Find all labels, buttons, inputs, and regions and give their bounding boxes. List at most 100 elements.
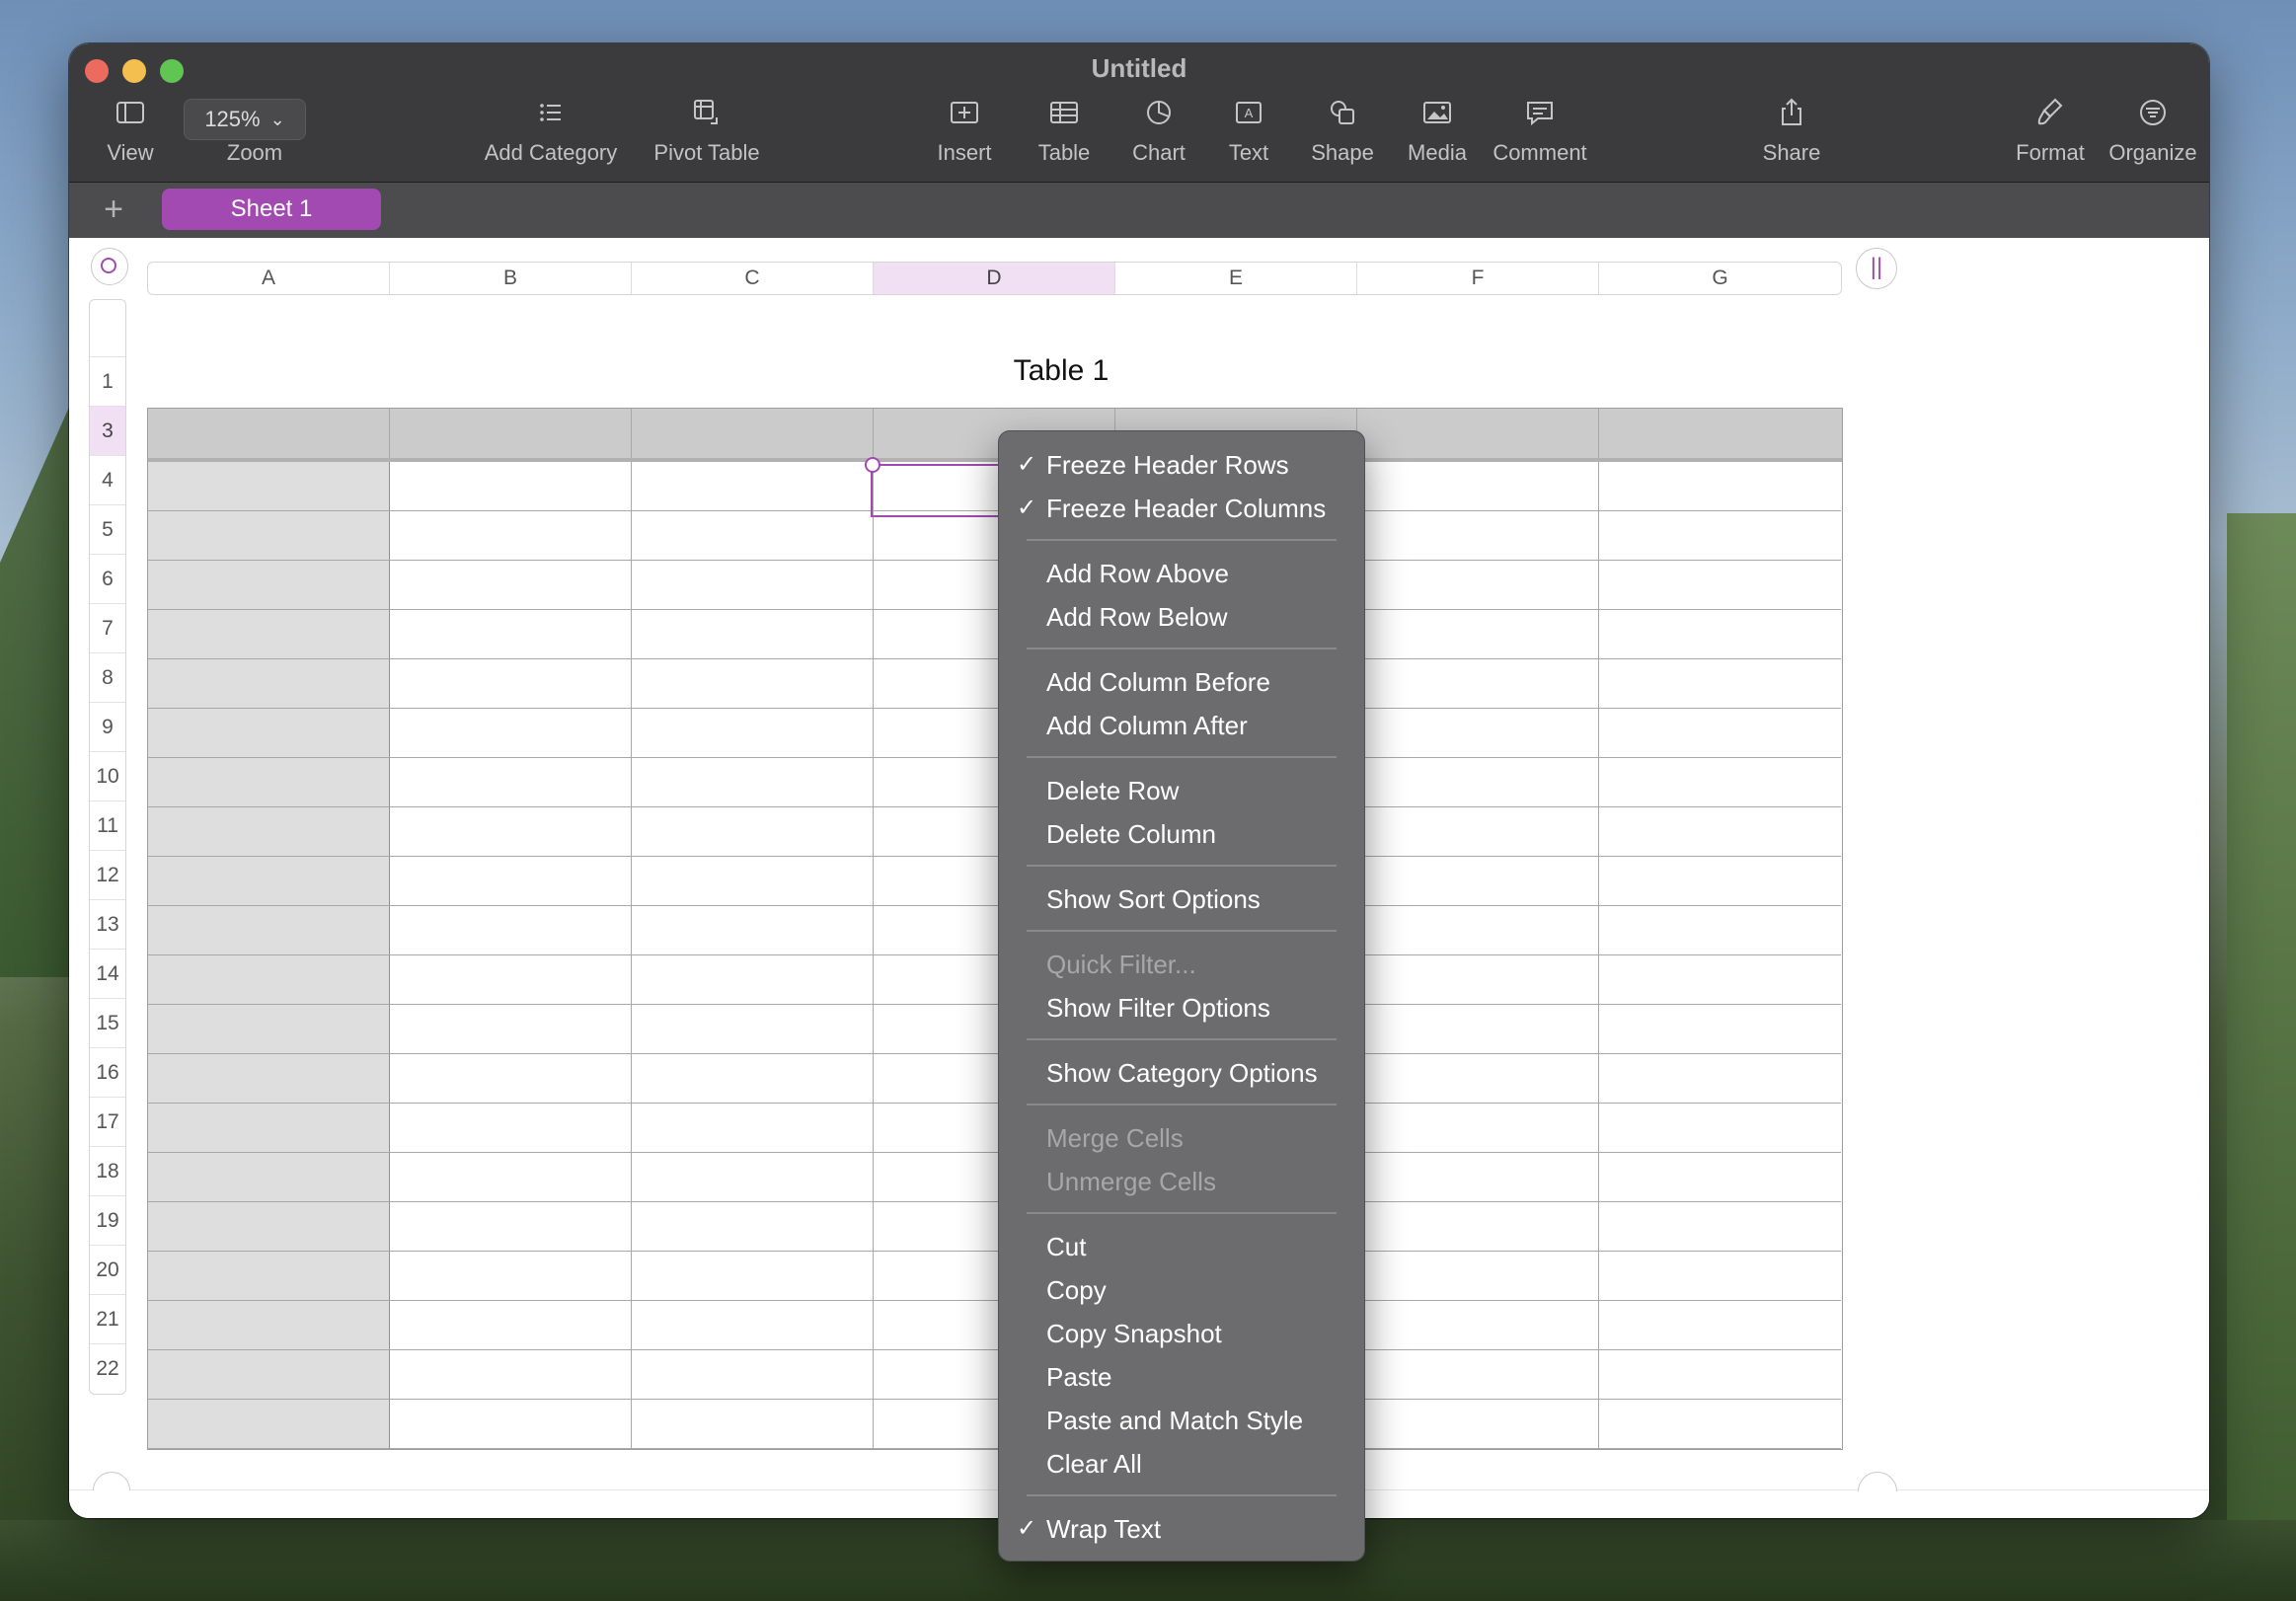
- table-cell[interactable]: [148, 1054, 390, 1104]
- table-cell[interactable]: [1599, 1400, 1841, 1449]
- menu-cut[interactable]: Cut: [1046, 1225, 1086, 1268]
- table-cell[interactable]: [1357, 906, 1599, 955]
- menu-copy-snapshot[interactable]: Copy Snapshot: [1046, 1312, 1222, 1355]
- table-cell[interactable]: [632, 906, 874, 955]
- table-button[interactable]: Table: [1015, 95, 1113, 174]
- table-cell[interactable]: [148, 1104, 390, 1153]
- table-cell[interactable]: [390, 1301, 632, 1350]
- row-header[interactable]: 9: [90, 703, 125, 752]
- table-cell[interactable]: [1599, 561, 1841, 610]
- table-cell[interactable]: [390, 758, 632, 807]
- row-header[interactable]: 8: [90, 653, 125, 703]
- menu-show-category-options[interactable]: Show Category Options: [1046, 1051, 1318, 1095]
- table-cell[interactable]: [148, 1252, 390, 1301]
- table-cell[interactable]: [1599, 1153, 1841, 1202]
- row-header[interactable]: 14: [90, 950, 125, 999]
- menu-add-row-below[interactable]: Add Row Below: [1046, 595, 1228, 639]
- table-cell[interactable]: [148, 857, 390, 906]
- table-cell[interactable]: [390, 659, 632, 709]
- table-cell[interactable]: [632, 709, 874, 758]
- table-cell[interactable]: [1357, 1400, 1599, 1449]
- table-cell[interactable]: [632, 1350, 874, 1400]
- column-header[interactable]: C: [632, 263, 874, 294]
- table-cell[interactable]: [632, 1104, 874, 1153]
- text-button[interactable]: A Text: [1204, 95, 1293, 174]
- table-cell[interactable]: [1357, 857, 1599, 906]
- table-cell[interactable]: [1357, 409, 1599, 458]
- table-cell[interactable]: [390, 409, 632, 458]
- table-cell[interactable]: [390, 906, 632, 955]
- column-header[interactable]: A: [148, 263, 390, 294]
- table-cell[interactable]: [1357, 807, 1599, 857]
- menu-freeze-header-rows[interactable]: ✓ Freeze Header Rows: [1017, 443, 1289, 487]
- table-cell[interactable]: [1357, 709, 1599, 758]
- shape-button[interactable]: Shape: [1293, 95, 1392, 174]
- table-cell[interactable]: [632, 462, 874, 511]
- table-cell[interactable]: [1599, 906, 1841, 955]
- row-header[interactable]: 5: [90, 505, 125, 555]
- column-header[interactable]: G: [1599, 263, 1841, 294]
- table-cell[interactable]: [148, 906, 390, 955]
- row-header[interactable]: 18: [90, 1147, 125, 1196]
- table-cell[interactable]: [1599, 955, 1841, 1005]
- view-button[interactable]: View: [71, 95, 190, 174]
- menu-paste-and-match-style[interactable]: Paste and Match Style: [1046, 1399, 1303, 1442]
- table-cell[interactable]: [1599, 409, 1841, 458]
- table-cell[interactable]: [1357, 1153, 1599, 1202]
- table-cell[interactable]: [148, 409, 390, 458]
- table-cell[interactable]: [148, 807, 390, 857]
- row-header[interactable]: 17: [90, 1098, 125, 1147]
- table-cell[interactable]: [1357, 1005, 1599, 1054]
- table-cell[interactable]: [390, 1202, 632, 1252]
- table-cell[interactable]: [148, 561, 390, 610]
- table-cell[interactable]: [1599, 610, 1841, 659]
- column-header[interactable]: B: [390, 263, 632, 294]
- menu-delete-column[interactable]: Delete Column: [1046, 812, 1216, 856]
- table-cell[interactable]: [1357, 1054, 1599, 1104]
- table-cell[interactable]: [148, 511, 390, 561]
- table-cell[interactable]: [632, 561, 874, 610]
- table-cell[interactable]: [148, 709, 390, 758]
- row-header[interactable]: 15: [90, 999, 125, 1048]
- menu-paste[interactable]: Paste: [1046, 1355, 1112, 1399]
- table-cell[interactable]: [1599, 1350, 1841, 1400]
- selection-handle[interactable]: [865, 457, 880, 473]
- table-cell[interactable]: [1599, 1252, 1841, 1301]
- table-cell[interactable]: [632, 1054, 874, 1104]
- table-cell[interactable]: [1599, 807, 1841, 857]
- table-cell[interactable]: [632, 1202, 874, 1252]
- tab-sheet-1[interactable]: Sheet 1: [162, 189, 381, 230]
- table-cell[interactable]: [632, 857, 874, 906]
- insert-button[interactable]: Insert: [910, 95, 1019, 174]
- table-cell[interactable]: [632, 1153, 874, 1202]
- menu-wrap-text[interactable]: ✓ Wrap Text: [1017, 1507, 1161, 1551]
- table-cell[interactable]: [148, 610, 390, 659]
- table-cell[interactable]: [1599, 1054, 1841, 1104]
- row-header[interactable]: 7: [90, 604, 125, 653]
- menu-freeze-header-columns[interactable]: ✓ Freeze Header Columns: [1017, 487, 1326, 530]
- menu-add-column-after[interactable]: Add Column After: [1046, 704, 1248, 747]
- menu-clear-all[interactable]: Clear All: [1046, 1442, 1142, 1486]
- table-cell[interactable]: [632, 1301, 874, 1350]
- table-cell[interactable]: [1599, 1202, 1841, 1252]
- table-cell[interactable]: [632, 511, 874, 561]
- table-cell[interactable]: [1599, 462, 1841, 511]
- table-cell[interactable]: [148, 955, 390, 1005]
- table-cell[interactable]: [1357, 561, 1599, 610]
- table-cell[interactable]: [632, 758, 874, 807]
- menu-add-row-above[interactable]: Add Row Above: [1046, 552, 1229, 595]
- table-cell[interactable]: [148, 1005, 390, 1054]
- table-cell[interactable]: [632, 807, 874, 857]
- table-cell[interactable]: [1599, 758, 1841, 807]
- table-cell[interactable]: [1599, 659, 1841, 709]
- table-cell[interactable]: [390, 1005, 632, 1054]
- share-button[interactable]: Share: [1737, 95, 1846, 174]
- row-header[interactable]: 21: [90, 1295, 125, 1344]
- table-cell[interactable]: [632, 1252, 874, 1301]
- table-cell[interactable]: [632, 610, 874, 659]
- table-cell[interactable]: [1599, 1104, 1841, 1153]
- table-cell[interactable]: [1357, 659, 1599, 709]
- row-header[interactable]: 22: [90, 1344, 125, 1394]
- table-cell[interactable]: [632, 409, 874, 458]
- row-header[interactable]: 20: [90, 1246, 125, 1295]
